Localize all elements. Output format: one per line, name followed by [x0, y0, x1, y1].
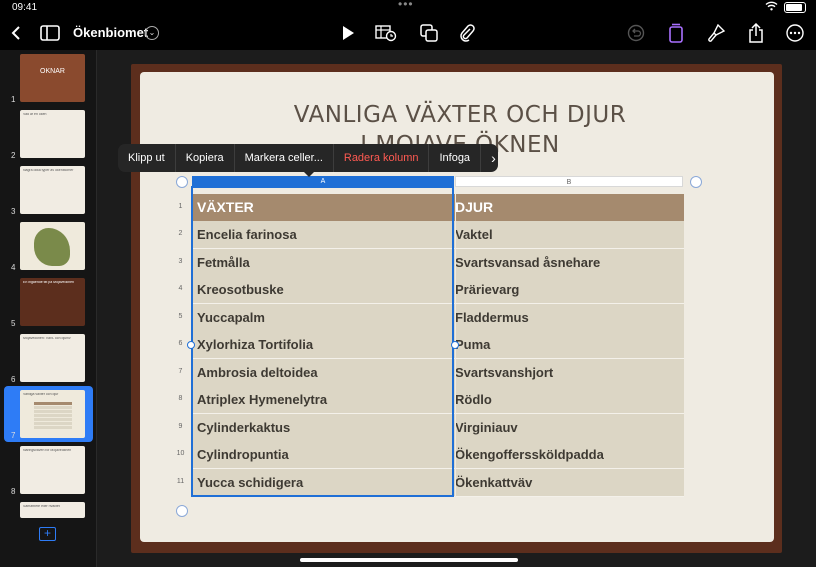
- slide-thumbnail-6[interactable]: Mojaveöknen: Växt- och djurliv: [20, 334, 85, 382]
- slide-thumbnail-7[interactable]: Vanliga växter och djur: [20, 390, 85, 438]
- selection-handle-left[interactable]: [187, 341, 195, 349]
- slide-number: 2: [11, 151, 16, 160]
- slide-title-line1: VANLIGA VÄXTER OCH DJUR: [293, 102, 627, 128]
- add-slide-icon[interactable]: +: [39, 527, 56, 541]
- thumbnail-table-row: [34, 418, 72, 421]
- menu-item-delete-column[interactable]: Radera kolumn: [334, 144, 430, 172]
- cell-animal[interactable]: Svartsvansad åsnehare: [455, 249, 600, 276]
- wifi-icon: [765, 1, 778, 14]
- cell-animal[interactable]: DJUR: [455, 194, 493, 221]
- more-icon[interactable]: [784, 22, 806, 44]
- cell-animal[interactable]: Virginiauv: [455, 414, 518, 441]
- back-chevron-icon[interactable]: [5, 22, 27, 44]
- slide-thumbnail-title: Vanliga växter och djur: [23, 393, 59, 396]
- thumbnail-table-row: [34, 422, 72, 425]
- row-number[interactable]: 1: [174, 203, 187, 210]
- cell-animal[interactable]: Fladdermus: [455, 304, 529, 331]
- slide-thumbnail-4[interactable]: [20, 222, 85, 270]
- row-number[interactable]: 2: [174, 230, 187, 237]
- home-indicator[interactable]: [300, 558, 518, 562]
- cell-animal[interactable]: Ökengofferssköldpadda: [455, 441, 604, 468]
- row-number[interactable]: 4: [174, 285, 187, 292]
- slide-thumbnail-5[interactable]: En ingående titt på Mojaveöknen: [20, 278, 85, 326]
- multitasking-dots-icon[interactable]: •••: [398, 0, 414, 11]
- thumbnail-table-row: [34, 426, 72, 429]
- row-number[interactable]: 3: [174, 258, 187, 265]
- slide-thumbnail-2[interactable]: Vad är en öken: [20, 110, 85, 158]
- status-indicators: [765, 1, 806, 14]
- slide-thumbnail-1[interactable]: ÖKNAR: [20, 54, 85, 102]
- selection-handle-right[interactable]: [451, 341, 459, 349]
- row-number[interactable]: 10: [174, 450, 187, 457]
- menu-item-select-cells[interactable]: Markera celler...: [235, 144, 334, 172]
- sidebar-toggle-icon[interactable]: [39, 22, 61, 44]
- slide-number: 8: [11, 487, 16, 496]
- menu-more-chevron-icon[interactable]: ›: [481, 144, 506, 172]
- slide-number: 5: [11, 319, 16, 328]
- cell-animal[interactable]: Vaktel: [455, 221, 493, 248]
- row-number[interactable]: 9: [174, 423, 187, 430]
- cell-animal[interactable]: Puma: [455, 331, 490, 358]
- add-column-icon[interactable]: [690, 176, 702, 188]
- slide-number: 3: [11, 207, 16, 216]
- menu-item-insert[interactable]: Infoga: [429, 144, 482, 172]
- context-menu: Klipp ut Kopiera Markera celler... Radera k…: [118, 144, 498, 172]
- slide-number: 7: [11, 431, 16, 440]
- row-number[interactable]: 11: [174, 478, 187, 485]
- slide-thumbnail-title: Näringsväven för Mojaveöknen: [23, 449, 72, 452]
- slide-thumbnail-9[interactable]: Samarbete eller rivalitet: [20, 502, 85, 518]
- column-selection[interactable]: [191, 186, 454, 497]
- undo-icon[interactable]: [625, 22, 647, 44]
- slide-thumbnail-title: En ingående titt på Mojaveöknen: [23, 281, 74, 284]
- row-number[interactable]: 6: [174, 340, 187, 347]
- slide-thumbnail-title: Samarbete eller rivalitet: [23, 505, 60, 508]
- slide-thumbnail-title: ÖKNAR: [40, 68, 65, 75]
- thumbnail-table-row: [34, 410, 72, 413]
- brush-icon[interactable]: [705, 22, 727, 44]
- cell-animal[interactable]: Ökenkattväv: [455, 469, 532, 496]
- status-time: 09:41: [12, 2, 38, 13]
- insert-table-icon[interactable]: [375, 22, 397, 44]
- format-icon[interactable]: [665, 22, 687, 44]
- slide-number: 4: [11, 263, 16, 272]
- play-icon[interactable]: [337, 22, 359, 44]
- cell-animal[interactable]: Rödlo: [455, 386, 492, 413]
- shapes-icon[interactable]: [418, 22, 440, 44]
- row-number[interactable]: 5: [174, 313, 187, 320]
- map-thumbnail-icon: [34, 228, 70, 266]
- slide-thumbnail-8[interactable]: Näringsväven för Mojaveöknen: [20, 446, 85, 494]
- battery-icon: [784, 2, 806, 13]
- row-number[interactable]: 7: [174, 368, 187, 375]
- column-header-b[interactable]: B: [455, 176, 683, 187]
- thumbnail-table-row: [34, 402, 72, 405]
- menu-item-cut[interactable]: Klipp ut: [118, 144, 176, 172]
- attachment-icon[interactable]: [456, 22, 478, 44]
- slide-thumbnail-title: Vad är en öken: [23, 113, 47, 116]
- cell-animal[interactable]: Prärievarg: [455, 276, 519, 303]
- add-row-icon[interactable]: [176, 505, 188, 517]
- context-menu-pointer: [303, 171, 315, 177]
- slide-thumbnail-title: Mojaveöknen: Växt- och djurliv: [23, 337, 71, 340]
- menu-item-copy[interactable]: Kopiera: [176, 144, 235, 172]
- slide-number: 1: [11, 95, 16, 104]
- slide-thumbnail-title: Några olika typer av ökenbiomer: [23, 169, 74, 172]
- document-title[interactable]: Ökenbiomet: [73, 25, 148, 40]
- slide-thumbnail-3[interactable]: Några olika typer av ökenbiomer: [20, 166, 85, 214]
- table-select-icon[interactable]: [176, 176, 188, 188]
- cell-animal[interactable]: Svartsvanshjort: [455, 359, 553, 386]
- slide-number: 6: [11, 375, 16, 384]
- title-chevron-icon[interactable]: ⌄: [145, 26, 159, 40]
- row-number[interactable]: 8: [174, 395, 187, 402]
- thumbnail-table-row: [34, 414, 72, 417]
- share-icon[interactable]: [745, 22, 767, 44]
- thumbnail-table-row: [34, 406, 72, 409]
